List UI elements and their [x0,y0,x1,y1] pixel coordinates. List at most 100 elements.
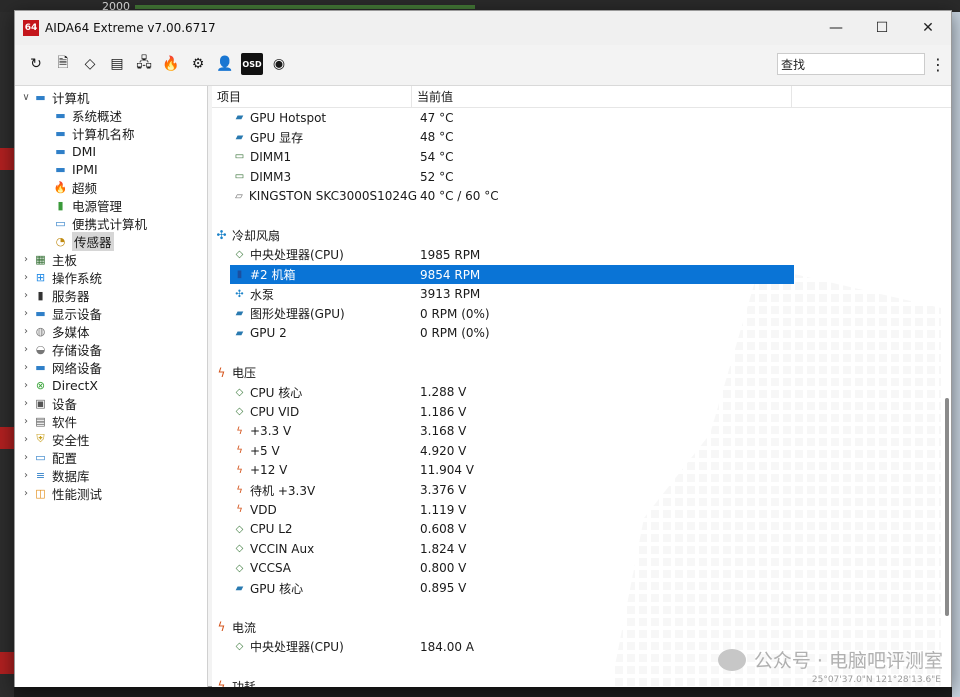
sensor-row[interactable]: ▭ DIMM1 54 °C [212,147,951,167]
memory-icon: ▭ [234,171,245,183]
search-input[interactable] [777,53,925,75]
laptop-icon: ▭ [55,216,66,230]
fan-icon: ✣ [235,288,244,300]
chevron-right-icon[interactable]: › [19,254,33,265]
sensor-row[interactable]: ◇ CPU 核心 1.288 V [212,382,951,402]
column-item-header[interactable]: 项目 [212,86,412,107]
tree-item[interactable]: ▬ IPMI [15,160,207,178]
sensor-row[interactable]: ϟ VDD 1.119 V [212,500,951,520]
gauge-icon[interactable]: ◉ [268,53,290,75]
sensor-row[interactable]: ▱ KINGSTON SKC3000S1024G 40 °C / 60 °C [212,186,951,206]
tree-item[interactable]: › ▤ 软件 [15,412,207,430]
tree-item[interactable]: › ≡ 数据库 [15,466,207,484]
sensor-row[interactable]: ✣ 水泵 3913 RPM [212,284,951,304]
sensor-row[interactable]: ◇ 中央处理器(CPU) 1985 RPM [212,245,951,265]
tree-item[interactable]: ▭ 便携式计算机 [15,214,207,232]
gpu-icon: ▰ [235,112,244,124]
tree-item[interactable]: › ▦ 主板 [15,250,207,268]
tree-item[interactable]: ∨ ▬ 计算机 [15,88,207,106]
network-icon[interactable]: 🖧 [133,53,155,75]
chevron-right-icon[interactable]: › [19,434,33,445]
sensor-name: GPU 核心 [250,581,304,596]
chevron-right-icon[interactable]: › [19,488,33,499]
tree-item[interactable]: › ◍ 多媒体 [15,322,207,340]
tree-item-label: 服务器 [52,288,90,304]
tree-item[interactable]: › ▬ 网络设备 [15,358,207,376]
sensor-value: 47 °C [420,110,454,125]
sensor-row[interactable]: ▮ #2 机箱 9854 RPM [212,265,951,285]
tree-item[interactable]: › ▣ 设备 [15,394,207,412]
chevron-right-icon[interactable]: › [19,398,33,409]
tree-item[interactable]: ▬ DMI [15,142,207,160]
sensor-value: 52 °C [420,169,454,184]
sensor-name: CPU VID [250,404,300,419]
sensor-name-cell: ▰ GPU Hotspot [212,111,417,125]
voltage-icon: ϟ [236,445,243,457]
tree-item[interactable]: › ◒ 存储设备 [15,340,207,358]
more-menu-icon[interactable]: ⋮ [925,55,951,74]
refresh-icon[interactable]: ↻ [25,53,47,75]
tree-item[interactable]: › ▬ 显示设备 [15,304,207,322]
cpu-icon: ◇ [235,641,244,653]
vertical-scrollbar[interactable] [945,398,949,616]
sensor-row[interactable]: ▭ DIMM3 52 °C [212,167,951,187]
tree-item[interactable]: › ⛨ 安全性 [15,430,207,448]
tree-item[interactable]: 🔥 超频 [15,178,207,196]
storage-icon: ◒ [35,342,46,356]
shield-icon: ⛨ [36,432,45,445]
tree-item[interactable]: ▬ 系统概述 [15,106,207,124]
sensor-value: 1985 RPM [420,247,481,262]
tree-item[interactable]: › ▮ 服务器 [15,286,207,304]
chevron-down-icon[interactable]: ∨ [19,92,33,103]
sensor-name-cell: ◇ 中央处理器(CPU) [212,246,417,263]
sensor-row[interactable]: ▰ GPU Hotspot 47 °C [212,108,951,128]
user-icon[interactable]: 👤 [214,53,236,75]
tree-item[interactable]: › ◫ 性能测试 [15,484,207,502]
chevron-right-icon[interactable]: › [19,362,33,373]
chevron-right-icon[interactable]: › [19,416,33,427]
cpu-icon: ◇ [235,523,244,535]
sensor-row[interactable]: ◇ CPU L2 0.608 V [212,519,951,539]
osd-icon[interactable]: OSD [241,53,263,75]
chevron-right-icon[interactable]: › [19,380,33,391]
minimize-button[interactable]: — [813,11,859,45]
close-button[interactable]: ✕ [905,11,951,45]
sensor-name-cell: ▰ GPU 核心 [212,580,417,597]
tree-item[interactable]: › ▭ 配置 [15,448,207,466]
tree-item[interactable]: › ⊗ DirectX [15,376,207,394]
sensor-row[interactable]: ϟ 待机 +3.3V 3.376 V [212,480,951,500]
sensor-row[interactable]: ϟ +5 V 4.920 V [212,441,951,461]
maximize-button[interactable]: ☐ [859,11,905,45]
tree-item-label: 软件 [52,414,78,430]
sensor-row[interactable]: ▰ GPU 显存 48 °C [212,128,951,148]
sensor-row[interactable]: ▰ 图形处理器(GPU) 0 RPM (0%) [212,304,951,324]
flame-icon: 🔥 [53,180,68,194]
tools-icon[interactable]: ⚙ [187,53,209,75]
chevron-right-icon[interactable]: › [19,326,33,337]
chevron-right-icon[interactable]: › [19,290,33,301]
sensor-row[interactable]: ▰ GPU 核心 0.895 V [212,578,951,598]
chevron-right-icon[interactable]: › [19,344,33,355]
tree-item[interactable]: ▬ 计算机名称 [15,124,207,142]
motherboard-icon[interactable]: ◇ [79,53,101,75]
column-value-header[interactable]: 当前值 [412,86,792,107]
tree-item[interactable]: ◔ 传感器 [15,231,207,251]
chevron-right-icon[interactable]: › [19,272,33,283]
sensor-row[interactable]: ϟ +3.3 V 3.168 V [212,422,951,442]
sensor-row[interactable]: ϟ +12 V 11.904 V [212,461,951,481]
voltage-icon: ϟ [217,365,226,380]
tree-item[interactable]: ▮ 电源管理 [15,196,207,214]
chevron-right-icon[interactable]: › [19,308,33,319]
chevron-right-icon[interactable]: › [19,470,33,481]
chevron-right-icon[interactable]: › [19,452,33,463]
sensor-row[interactable]: ◇ CPU VID 1.186 V [212,402,951,422]
flame-icon[interactable]: 🔥 [160,53,182,75]
report-icon[interactable]: 🗎 [52,53,74,75]
sensor-row[interactable]: ◇ VCCSA 0.800 V [212,559,951,579]
sensor-name-cell: ▱ KINGSTON SKC3000S1024G [212,189,417,203]
sensor-row[interactable]: ▰ GPU 2 0 RPM (0%) [212,324,951,344]
memory-icon[interactable]: ▤ [106,53,128,75]
tree-item[interactable]: › ⊞ 操作系统 [15,268,207,286]
title-bar[interactable]: 64 AIDA64 Extreme v7.00.6717 — ☐ ✕ [15,11,951,45]
sensor-row[interactable]: ◇ VCCIN Aux 1.824 V [212,539,951,559]
